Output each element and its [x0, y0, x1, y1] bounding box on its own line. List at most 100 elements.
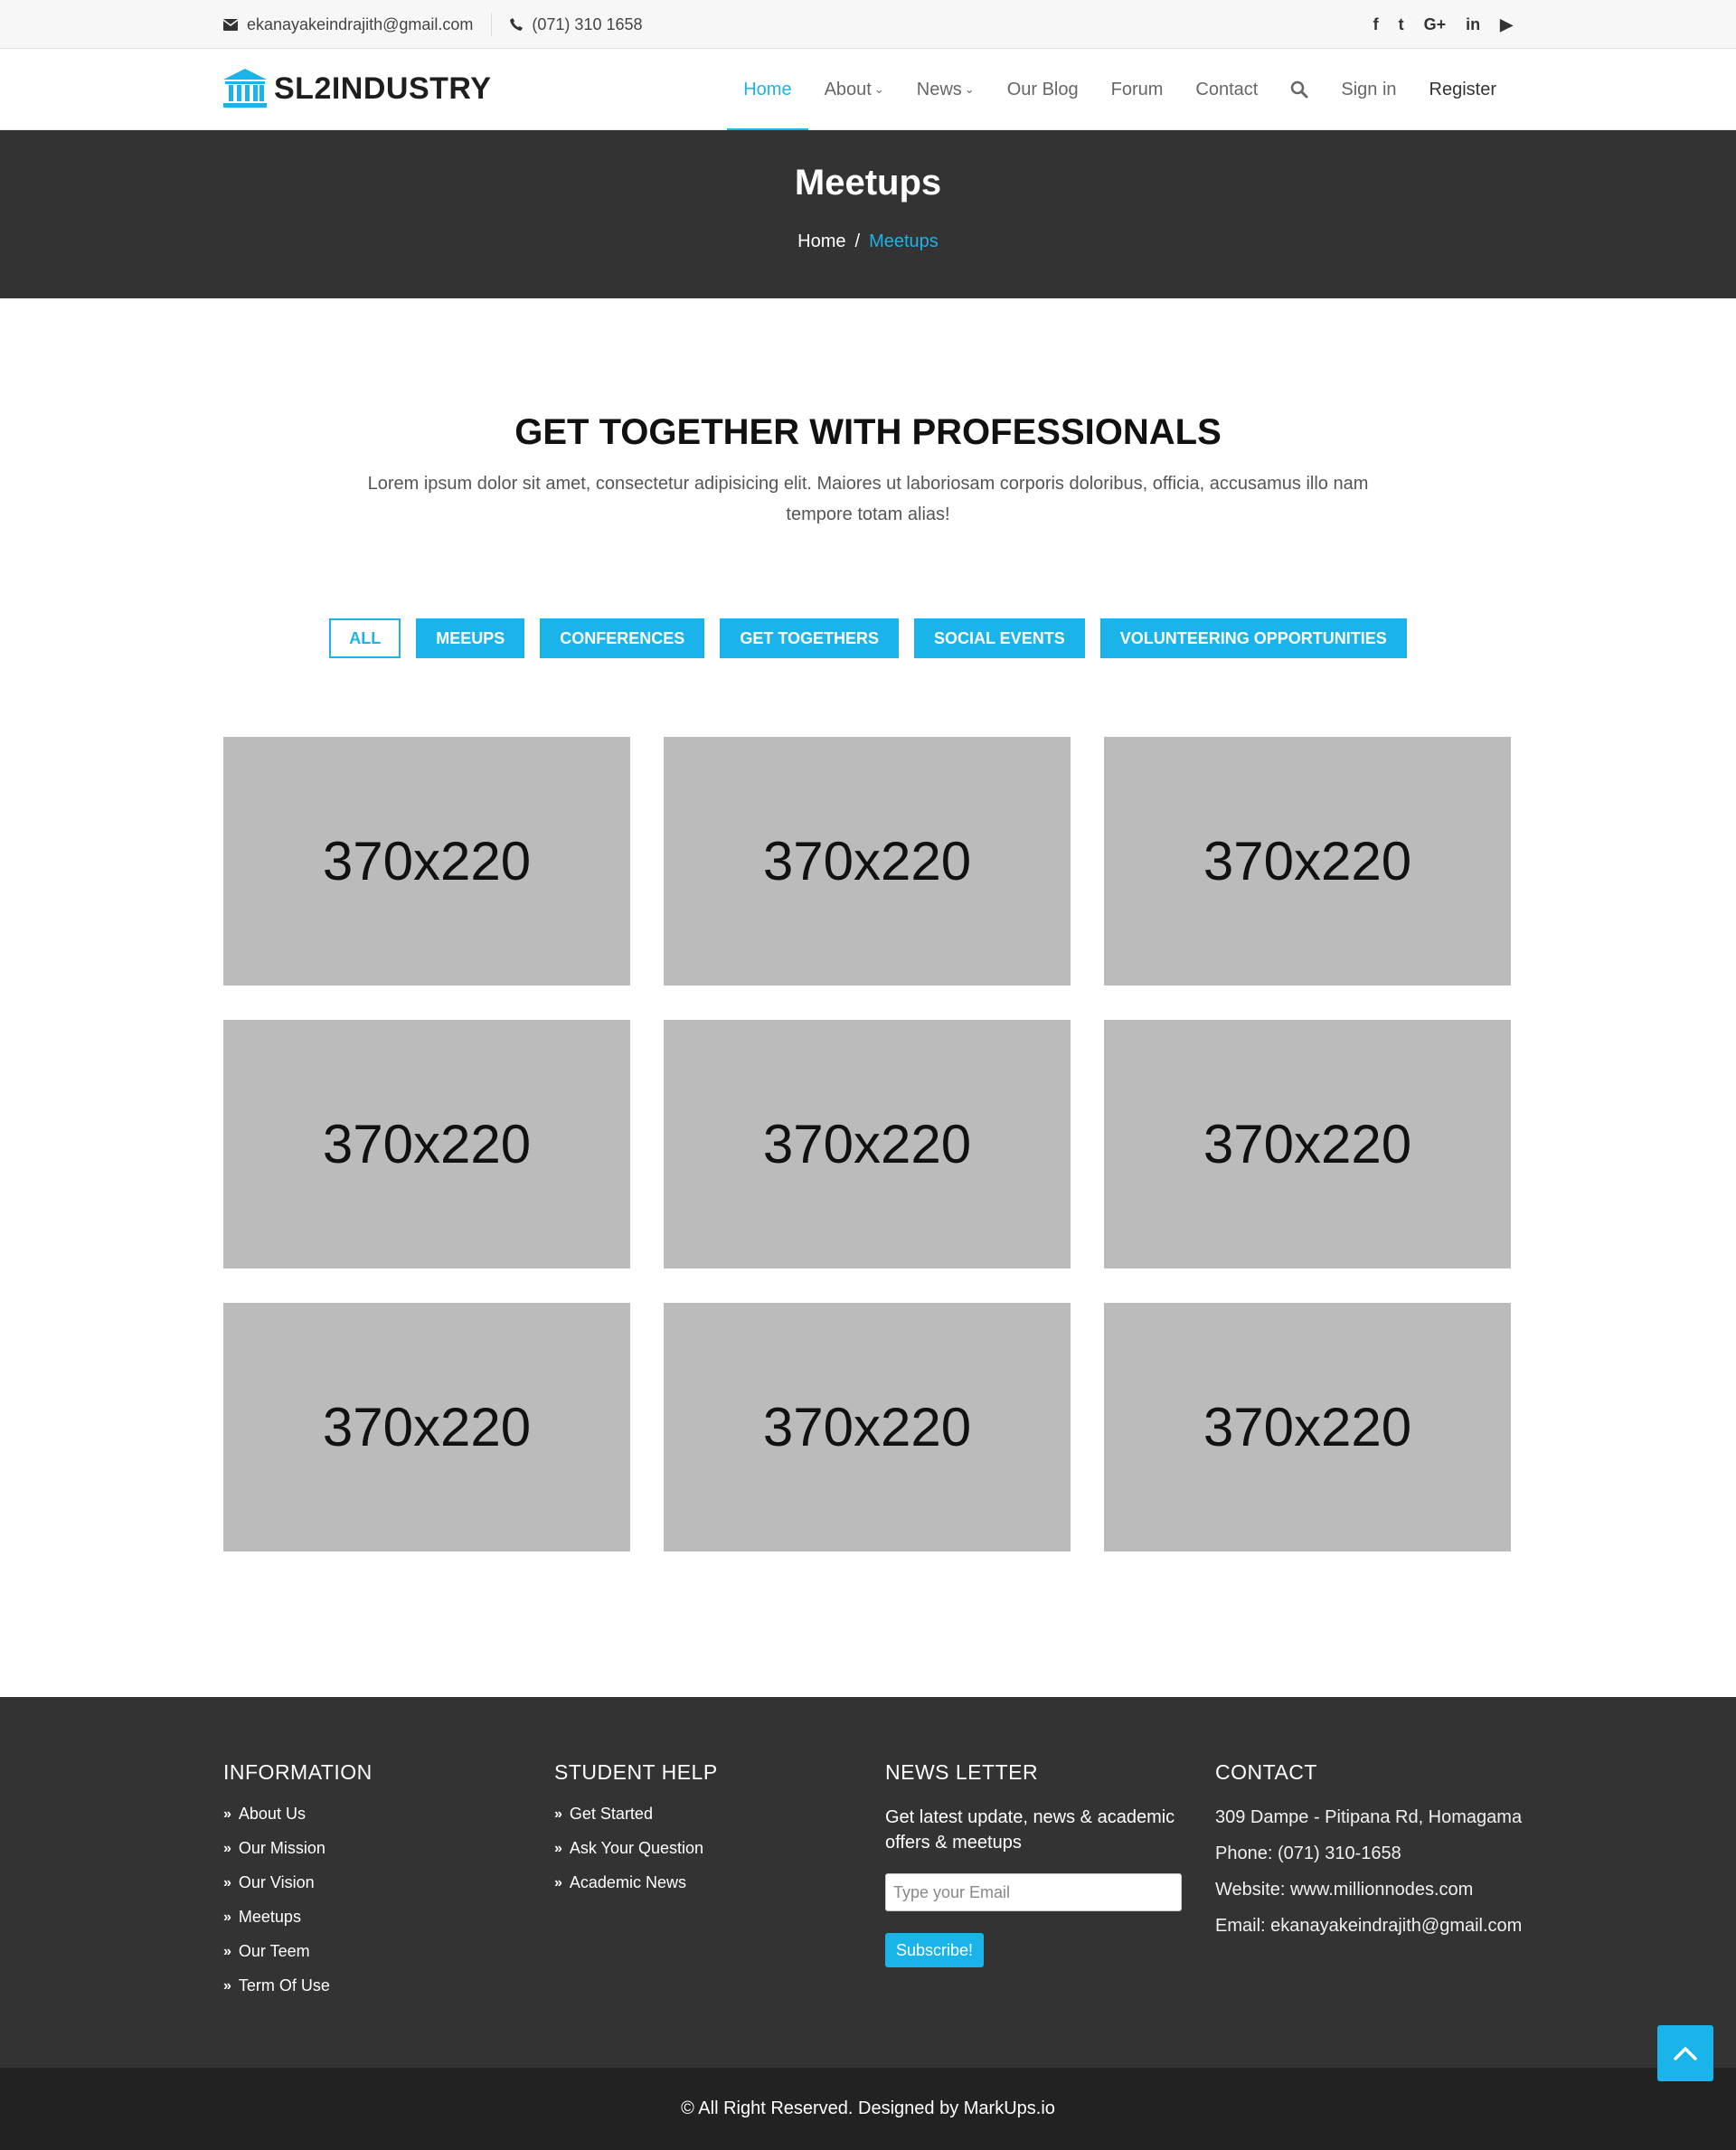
- footer-contact-title: CONTACT: [1215, 1760, 1317, 1784]
- section-title: GET TOGETHER WITH PROFESSIONALS: [514, 412, 1222, 452]
- search-button[interactable]: [1274, 49, 1325, 130]
- double-chevron-right-icon: »: [223, 1943, 231, 1959]
- top-email[interactable]: ekanayakeindrajith@gmail.com: [223, 15, 473, 34]
- gallery-item[interactable]: 370x220: [1104, 737, 1511, 985]
- top-contact: ekanayakeindrajith@gmail.com (071) 310 1…: [223, 0, 643, 49]
- footer-link[interactable]: » Get Started: [554, 1805, 718, 1824]
- footer-newsletter: NEWS LETTER Get latest update, news & ac…: [885, 1760, 1193, 1967]
- linkedin-icon[interactable]: in: [1466, 15, 1480, 34]
- copyright-text: © All Right Reserved. Designed by MarkUp…: [681, 2098, 1055, 2118]
- chevron-up-icon: [1674, 2047, 1697, 2060]
- nav-contact[interactable]: Contact: [1179, 49, 1274, 130]
- gallery-item[interactable]: 370x220: [664, 1020, 1071, 1268]
- footer-link[interactable]: » Our Vision: [223, 1873, 373, 1892]
- nav-home[interactable]: Home: [727, 49, 808, 131]
- nav-forum[interactable]: Forum: [1095, 49, 1180, 130]
- breadcrumb: Home / Meetups: [0, 231, 1736, 252]
- newsletter-email-input[interactable]: [885, 1873, 1182, 1911]
- main-nav: Home About ⌄ News ⌄ Our Blog Forum Contact…: [727, 49, 1513, 131]
- filter-social-events-button[interactable]: SOCIAL EVENTS: [914, 618, 1085, 658]
- breadcrumb-home[interactable]: Home: [797, 231, 845, 251]
- youtube-icon[interactable]: ▶: [1500, 15, 1513, 34]
- twitter-icon[interactable]: t: [1399, 15, 1404, 34]
- page-title-banner: Meetups Home / Meetups: [0, 130, 1736, 298]
- nav-signin-label: Sign in: [1341, 79, 1397, 99]
- contact-email[interactable]: Email: ekanayakeindrajith@gmail.com: [1215, 1913, 1523, 1938]
- gallery-item[interactable]: 370x220: [223, 1303, 630, 1551]
- nav-blog-label: Our Blog: [1006, 79, 1079, 99]
- site-footer: INFORMATION » About Us » Our Mission » Our …: [0, 1697, 1736, 2068]
- double-chevron-right-icon: »: [554, 1874, 562, 1891]
- phone-icon: [510, 18, 524, 31]
- footer-link[interactable]: » Our Mission: [223, 1839, 373, 1858]
- footer-newsletter-title: NEWS LETTER: [885, 1760, 1039, 1784]
- search-icon: [1291, 80, 1308, 99]
- top-phone[interactable]: (071) 310 1658: [510, 14, 643, 34]
- footer-link-label: Get Started: [569, 1805, 653, 1823]
- footer-link-label: Ask Your Question: [569, 1839, 704, 1857]
- back-to-top-button[interactable]: [1657, 2025, 1713, 2081]
- envelope-icon: [223, 18, 238, 31]
- gallery-item[interactable]: 370x220: [664, 737, 1071, 985]
- gallery-item[interactable]: 370x220: [664, 1303, 1071, 1551]
- filter-all-button[interactable]: ALL: [329, 618, 401, 658]
- contact-phone: Phone: (071) 310-1658: [1215, 1844, 1401, 1863]
- double-chevron-right-icon: »: [554, 1840, 562, 1856]
- copyright-bar: © All Right Reserved. Designed by MarkUp…: [0, 2068, 1736, 2150]
- site-logo[interactable]: SL2INDUSTRY: [223, 69, 491, 108]
- meetup-gallery: 370x220 370x220 370x220 370x220 370x220 …: [223, 737, 1513, 1551]
- newsletter-text: Get latest update, news & academic offer…: [885, 1807, 1175, 1853]
- nav-signin[interactable]: Sign in: [1325, 49, 1412, 130]
- filter-get-togethers-button[interactable]: GET TOGETHERS: [720, 618, 899, 658]
- main-header: SL2INDUSTRY Home About ⌄ News ⌄ Our Blog F…: [0, 49, 1736, 131]
- contact-website[interactable]: Website: www.millionnodes.com: [1215, 1877, 1523, 1902]
- nav-about[interactable]: About ⌄: [808, 49, 901, 130]
- filter-volunteering-button[interactable]: VOLUNTEERING OPPORTUNITIES: [1099, 618, 1407, 658]
- top-email-text: ekanayakeindrajith@gmail.com: [247, 14, 474, 33]
- double-chevron-right-icon: »: [554, 1806, 562, 1822]
- double-chevron-right-icon: »: [223, 1840, 231, 1856]
- google-plus-icon[interactable]: G+: [1424, 15, 1447, 34]
- footer-link[interactable]: » Our Teem: [223, 1942, 373, 1961]
- nav-home-label: Home: [743, 79, 792, 99]
- top-phone-text: (071) 310 1658: [532, 14, 643, 33]
- footer-student-help-title: STUDENT HELP: [554, 1760, 718, 1784]
- nav-news[interactable]: News ⌄: [901, 49, 991, 130]
- filter-conferences-button[interactable]: CONFERENCES: [540, 618, 705, 658]
- gallery-item[interactable]: 370x220: [1104, 1303, 1511, 1551]
- gallery-item[interactable]: 370x220: [1104, 1020, 1511, 1268]
- chevron-down-icon: ⌄: [873, 82, 884, 96]
- top-bar: ekanayakeindrajith@gmail.com (071) 310 1…: [0, 0, 1736, 49]
- footer-contact: CONTACT 309 Dampe - Pitipana Rd, Homagam…: [1215, 1760, 1523, 1949]
- footer-link[interactable]: » Term Of Use: [223, 1976, 373, 1995]
- nav-blog[interactable]: Our Blog: [991, 49, 1095, 130]
- filter-meetups-button[interactable]: MEEUPS: [416, 618, 525, 658]
- double-chevron-right-icon: »: [223, 1806, 231, 1822]
- top-divider: [491, 13, 493, 36]
- chevron-down-icon: ⌄: [964, 82, 975, 96]
- footer-link-label: Our Teem: [238, 1942, 310, 1960]
- footer-link[interactable]: » Academic News: [554, 1873, 718, 1892]
- footer-link-label: Our Mission: [238, 1839, 326, 1857]
- breadcrumb-separator: /: [854, 231, 861, 251]
- nav-register[interactable]: Register: [1413, 49, 1513, 130]
- filter-bar: ALL MEEUPS CONFERENCES GET TOGETHERS SOC…: [0, 618, 1736, 658]
- double-chevron-right-icon: »: [223, 1909, 231, 1925]
- footer-information: INFORMATION » About Us » Our Mission » Our …: [223, 1760, 373, 2011]
- facebook-icon[interactable]: f: [1373, 15, 1379, 34]
- gallery-item[interactable]: 370x220: [223, 737, 630, 985]
- nav-contact-label: Contact: [1195, 79, 1259, 99]
- double-chevron-right-icon: »: [223, 1874, 231, 1891]
- contact-address: 309 Dampe - Pitipana Rd, Homagama: [1215, 1807, 1523, 1827]
- footer-link[interactable]: » About Us: [223, 1805, 373, 1824]
- gallery-item[interactable]: 370x220: [223, 1020, 630, 1268]
- footer-link-label: About Us: [238, 1805, 306, 1823]
- nav-about-label: About: [824, 79, 872, 99]
- nav-news-label: News: [916, 79, 962, 99]
- footer-link[interactable]: » Ask Your Question: [554, 1839, 718, 1858]
- footer-link-label: Term Of Use: [238, 1976, 330, 1994]
- footer-link-label: Academic News: [569, 1873, 686, 1891]
- footer-link[interactable]: » Meetups: [223, 1908, 373, 1927]
- logo-text: SL2INDUSTRY: [274, 71, 492, 106]
- subscribe-button[interactable]: Subscribe!: [885, 1933, 985, 1967]
